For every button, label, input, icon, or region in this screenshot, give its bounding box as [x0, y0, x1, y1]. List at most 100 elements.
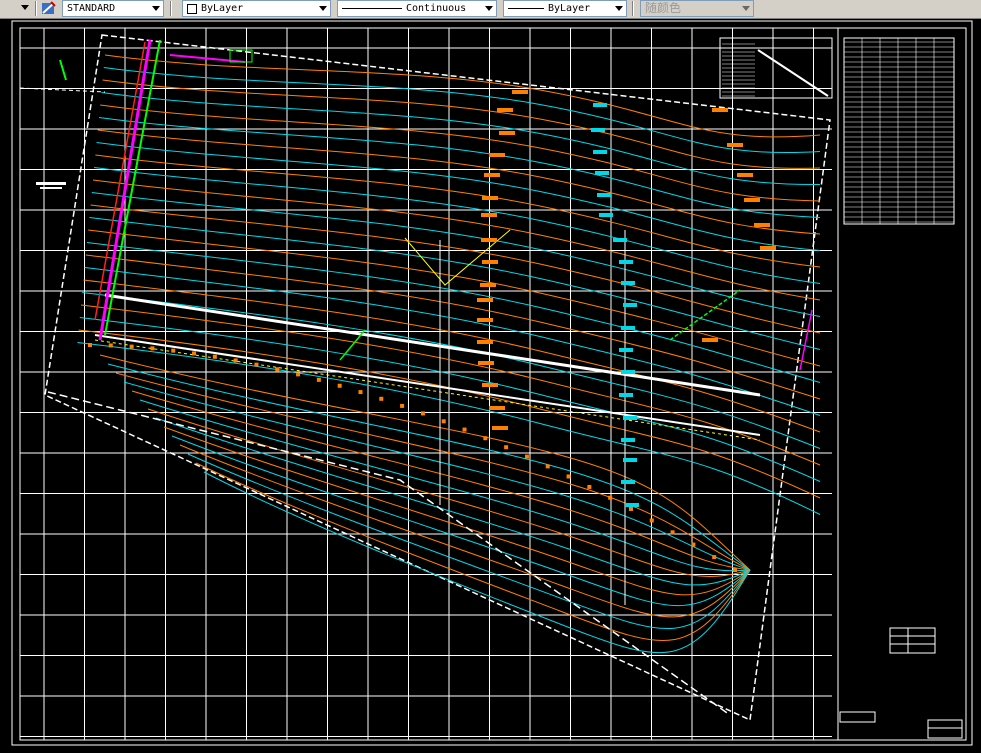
orange-marker [233, 358, 238, 363]
cyan-label [593, 150, 607, 154]
plotstyle-value: 随颜色 [645, 1, 682, 15]
orange-marker [483, 436, 488, 441]
lineweight-sample [508, 8, 544, 9]
orange-marker [212, 354, 217, 359]
orange-label [481, 238, 497, 242]
cyan-label [595, 171, 609, 175]
orange-label [702, 338, 718, 342]
orange-marker [254, 362, 259, 367]
lower-contours [99, 354, 751, 654]
orange-marker [670, 530, 675, 535]
cyan-label [623, 416, 637, 420]
previous-dropdown[interactable] [0, 0, 34, 17]
color-value: ByLayer [201, 3, 244, 14]
orange-marker [504, 445, 509, 450]
orange-marker [337, 383, 342, 388]
orange-marker [649, 518, 654, 523]
left-label [36, 182, 66, 189]
cyan-label [591, 128, 605, 132]
contour-line [104, 54, 821, 138]
separator [632, 1, 634, 16]
cyan-label [613, 238, 627, 242]
small-table [889, 627, 936, 654]
orange-label [754, 223, 770, 227]
orange-marker [691, 542, 696, 547]
cyan-label [621, 281, 635, 285]
orange-marker [628, 506, 633, 511]
orange-marker [441, 419, 446, 424]
orange-marker [358, 390, 363, 395]
orange-label [760, 246, 776, 250]
properties-toolbar: STANDARD ByLayer Continuous ByLayer 随颜色 [0, 0, 981, 19]
cad-drawing [11, 20, 973, 746]
cyan-label [621, 480, 635, 484]
orange-marker [545, 464, 550, 469]
contour-line [100, 104, 821, 202]
dimstyle-dropdown[interactable]: STANDARD [62, 0, 164, 17]
contour-line [86, 242, 821, 383]
contour-line [187, 453, 751, 630]
orange-marker [108, 343, 113, 348]
linetype-sample [342, 8, 402, 9]
orange-label [484, 173, 500, 177]
dropdown-arrow-icon [17, 0, 32, 15]
dropdown-arrow-icon [611, 1, 626, 16]
contour-line [99, 354, 751, 571]
road-upper [104, 293, 761, 397]
lineweight-dropdown[interactable]: ByLayer [503, 0, 627, 17]
orange-label [477, 298, 493, 302]
orange-label [489, 406, 505, 410]
green-tick [59, 59, 67, 81]
orange-marker [150, 346, 155, 351]
orange-marker [587, 484, 592, 489]
magenta-short [799, 309, 813, 371]
orange-label [481, 213, 497, 217]
plotstyle-dropdown[interactable]: 随颜色 [640, 0, 754, 17]
cyan-label [623, 458, 637, 462]
cyan-label [619, 393, 633, 397]
orange-label [478, 361, 494, 365]
cyan-label [621, 370, 635, 374]
cyan-label [597, 193, 611, 197]
drawing-canvas[interactable] [0, 19, 981, 749]
orange-marker [400, 403, 405, 408]
contour-line [98, 117, 821, 218]
cyan-label [625, 503, 639, 507]
orange-label [480, 283, 496, 287]
orange-marker [712, 555, 717, 560]
orange-label [499, 131, 515, 135]
orange-label [512, 90, 528, 94]
separator [170, 1, 172, 16]
color-swatch-icon [187, 4, 197, 14]
dropdown-arrow-icon [738, 1, 753, 16]
orange-label [744, 198, 760, 202]
magenta-spur [169, 54, 246, 63]
orange-label [712, 108, 728, 112]
cyan-label [623, 303, 637, 307]
orange-marker [420, 411, 425, 416]
separator [35, 1, 37, 16]
orange-marker [316, 377, 321, 382]
orange-label [477, 340, 493, 344]
orange-label [492, 426, 508, 430]
linetype-value: Continuous [406, 3, 467, 14]
contour-line [89, 217, 821, 350]
dropdown-arrow-icon [481, 1, 496, 16]
data-table-right [843, 37, 955, 225]
orange-marker [608, 495, 613, 500]
linetype-dropdown[interactable]: Continuous [337, 0, 497, 17]
orange-label [737, 173, 753, 177]
cyan-label [621, 326, 635, 330]
orange-label [497, 108, 513, 112]
orange-marker [192, 351, 197, 356]
contour-line [163, 426, 751, 596]
orange-label [482, 383, 498, 387]
orange-label [482, 196, 498, 200]
orange-marker [171, 348, 176, 353]
orange-marker [566, 474, 571, 479]
color-dropdown[interactable]: ByLayer [182, 0, 331, 17]
dimstyle-icon[interactable] [41, 1, 57, 16]
green-dash [669, 289, 741, 341]
orange-label [477, 318, 493, 322]
contour-line [79, 317, 821, 482]
